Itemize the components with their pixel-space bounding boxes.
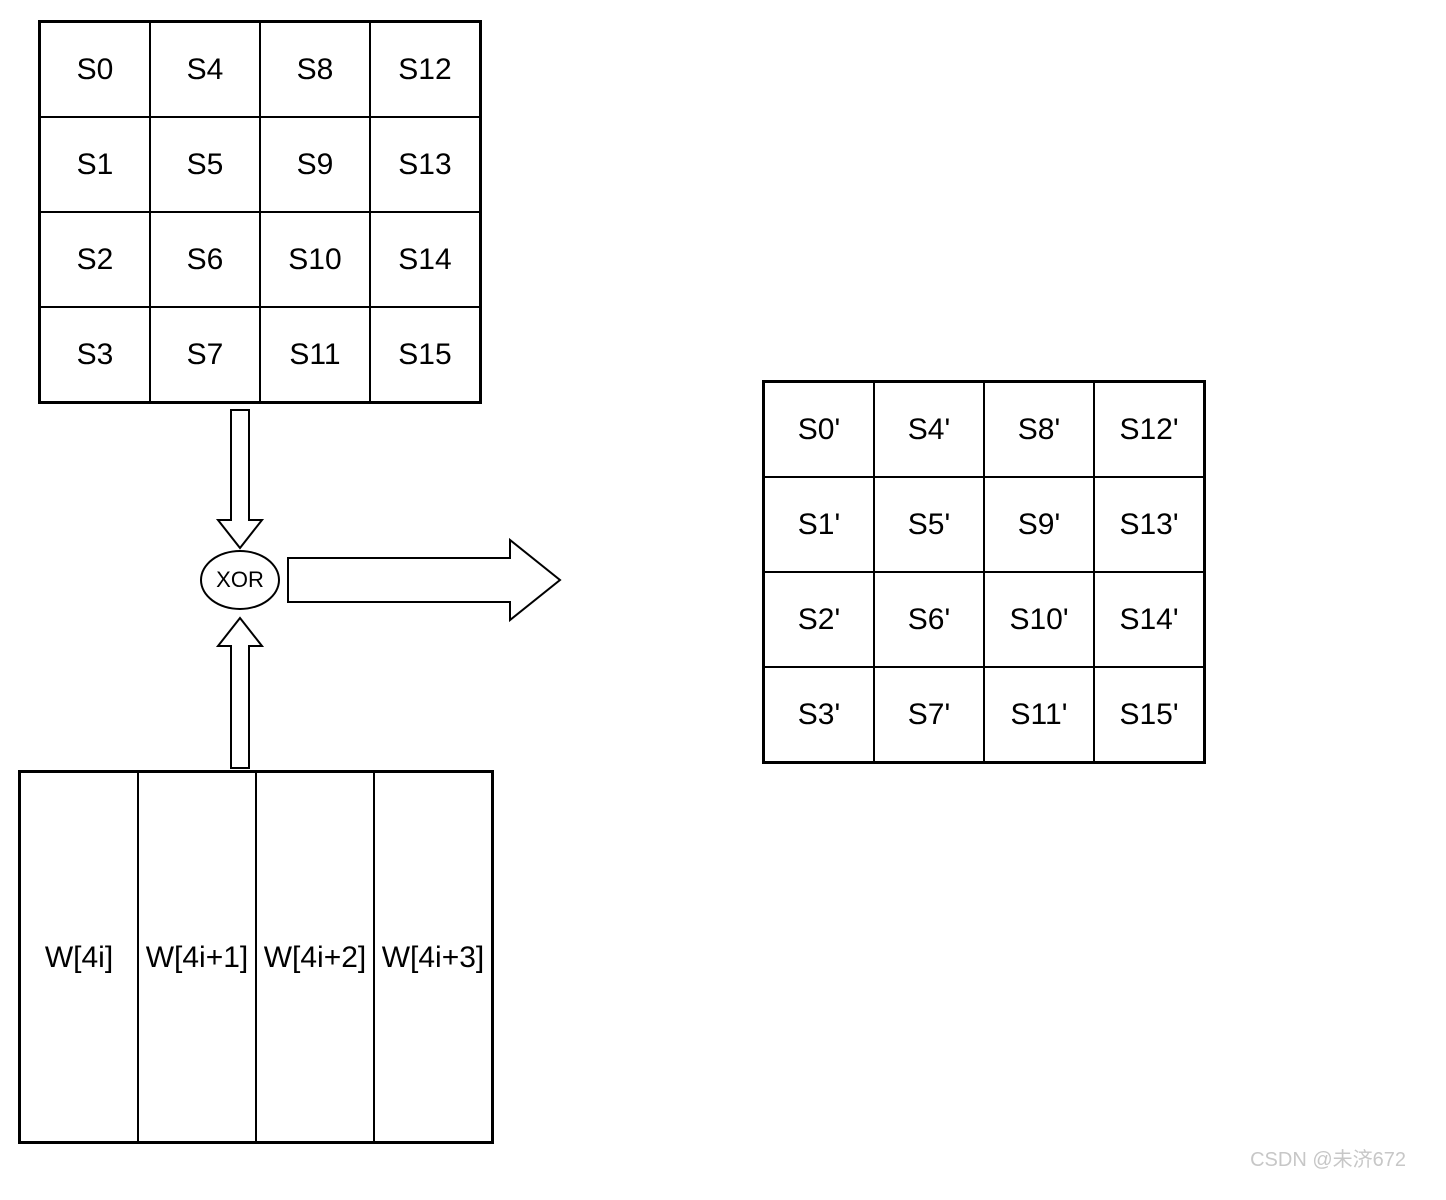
state-cell: S3	[40, 307, 150, 402]
state-cell: S6	[150, 212, 260, 307]
watermark: CSDN @未济672	[1250, 1143, 1406, 1172]
xor-operator: XOR	[200, 550, 280, 610]
arrow-right-to-result-icon	[288, 540, 560, 620]
state-matrix: S0 S4 S8 S12 S1 S5 S9 S13 S2 S6 S10 S14 …	[38, 20, 482, 404]
state-cell: S13	[370, 117, 480, 212]
roundkey-cell: W[4i+2]	[256, 772, 374, 1142]
result-cell: S5'	[874, 477, 984, 572]
xor-label: XOR	[216, 567, 264, 593]
roundkey-matrix: W[4i] W[4i+1] W[4i+2] W[4i+3]	[18, 770, 494, 1144]
arrow-down-to-xor-icon	[218, 410, 262, 548]
result-cell: S10'	[984, 572, 1094, 667]
state-cell: S0	[40, 22, 150, 117]
roundkey-cell: W[4i+1]	[138, 772, 256, 1142]
state-cell: S7	[150, 307, 260, 402]
result-cell: S0'	[764, 382, 874, 477]
result-cell: S3'	[764, 667, 874, 762]
result-cell: S4'	[874, 382, 984, 477]
result-cell: S6'	[874, 572, 984, 667]
aes-addroundkey-diagram: S0 S4 S8 S12 S1 S5 S9 S13 S2 S6 S10 S14 …	[0, 0, 1446, 1200]
state-cell: S4	[150, 22, 260, 117]
state-cell: S5	[150, 117, 260, 212]
state-cell: S14	[370, 212, 480, 307]
state-cell: S8	[260, 22, 370, 117]
result-cell: S1'	[764, 477, 874, 572]
result-cell: S11'	[984, 667, 1094, 762]
result-cell: S8'	[984, 382, 1094, 477]
state-cell: S12	[370, 22, 480, 117]
result-matrix: S0' S4' S8' S12' S1' S5' S9' S13' S2' S6…	[762, 380, 1206, 764]
arrow-up-to-xor-icon	[218, 618, 262, 768]
result-cell: S14'	[1094, 572, 1204, 667]
roundkey-cell: W[4i]	[20, 772, 138, 1142]
state-cell: S10	[260, 212, 370, 307]
result-cell: S7'	[874, 667, 984, 762]
state-cell: S2	[40, 212, 150, 307]
state-cell: S9	[260, 117, 370, 212]
result-cell: S13'	[1094, 477, 1204, 572]
result-cell: S12'	[1094, 382, 1204, 477]
result-cell: S2'	[764, 572, 874, 667]
result-cell: S9'	[984, 477, 1094, 572]
state-cell: S1	[40, 117, 150, 212]
state-cell: S11	[260, 307, 370, 402]
result-cell: S15'	[1094, 667, 1204, 762]
roundkey-cell: W[4i+3]	[374, 772, 492, 1142]
state-cell: S15	[370, 307, 480, 402]
